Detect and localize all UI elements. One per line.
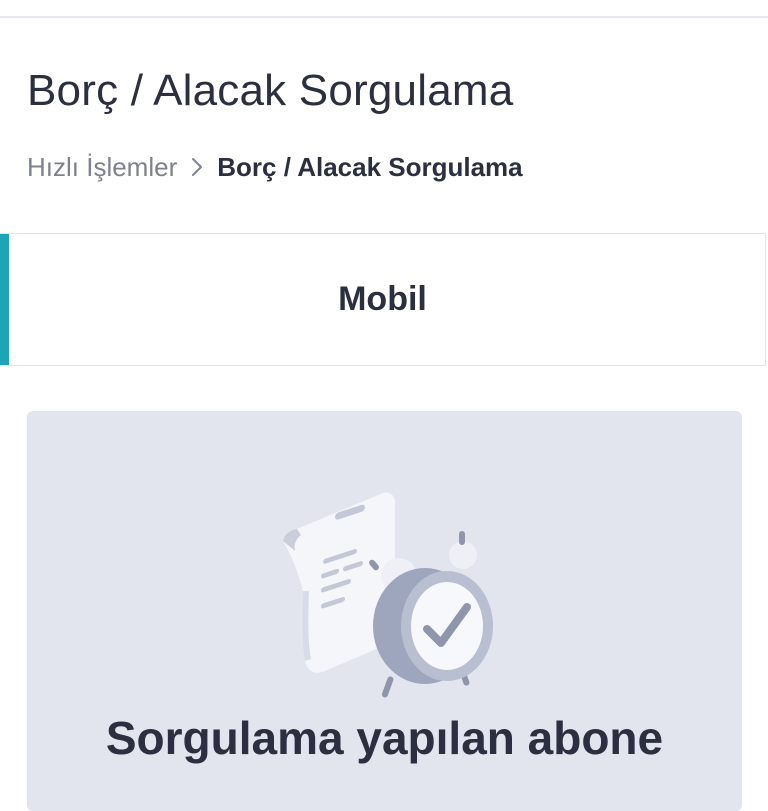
empty-state-card: Sorgulama yapılan abone [27,411,742,811]
breadcrumb-current: Borç / Alacak Sorgulama [217,151,523,182]
active-tab-indicator [0,234,9,365]
breadcrumb-link-hizli-islemler[interactable]: Hızlı İşlemler [27,152,177,183]
breadcrumb: Hızlı İşlemler Borç / Alacak Sorgulama [27,150,523,184]
page-title: Borç / Alacak Sorgulama [27,66,514,115]
tab-mobil-label: Mobil [338,280,427,318]
chevron-right-icon [191,157,203,177]
tab-mobil[interactable]: Mobil [0,233,766,366]
top-divider [0,16,768,18]
empty-state-message: Sorgulama yapılan abone [105,712,664,764]
receipt-alarm-clock-check-icon [283,492,493,698]
